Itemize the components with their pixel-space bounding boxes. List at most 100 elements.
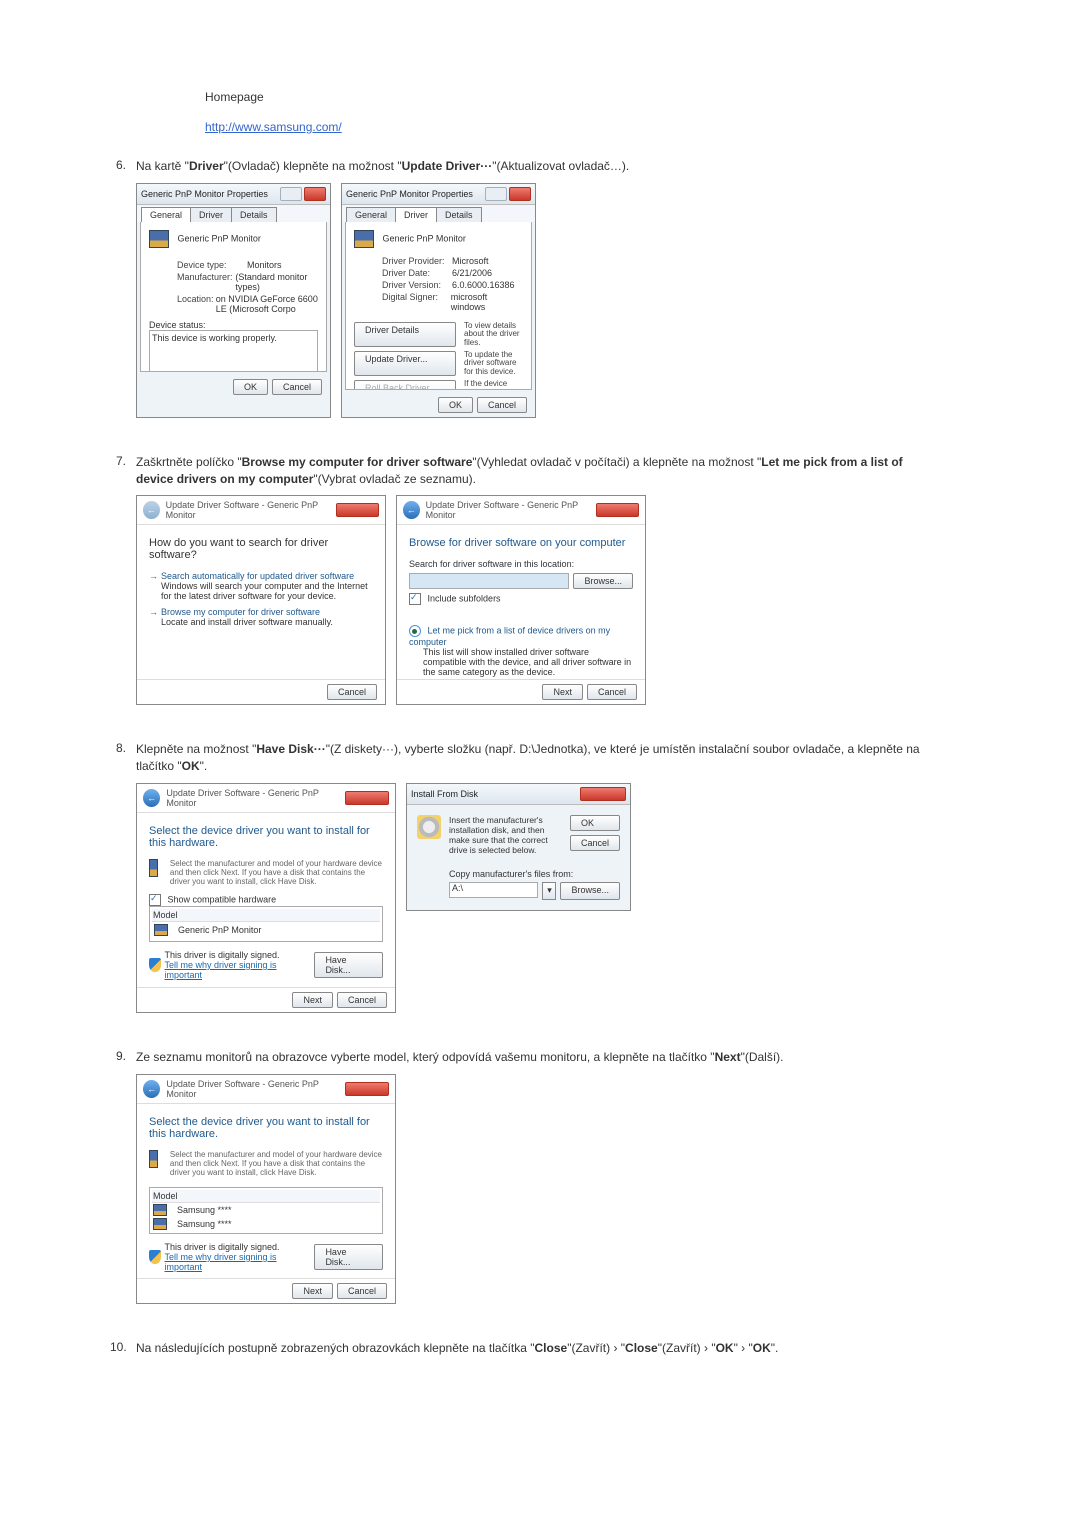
t: Ze seznamu monitorů na obrazovce vyberte… (136, 1050, 715, 1064)
wizard-heading: Browse for driver software on your compu… (409, 537, 633, 549)
cancel-button[interactable]: Cancel (570, 835, 620, 851)
have-disk-button[interactable]: Have Disk... (314, 952, 383, 978)
option-auto[interactable]: Search automatically for updated driver … (149, 571, 373, 601)
dialog-title: Generic PnP Monitor Properties (141, 189, 268, 199)
tab-general[interactable]: General (346, 207, 396, 222)
cancel-button[interactable]: Cancel (272, 379, 322, 395)
homepage-link[interactable]: http://www.samsung.com/ (205, 120, 342, 134)
shield-icon (149, 1250, 161, 1264)
lbl: Digital Signer: (382, 292, 451, 312)
ok-button[interactable]: OK (570, 815, 620, 831)
search-label: Search for driver software in this locat… (409, 559, 633, 569)
model-item[interactable]: Samsung **** (177, 1205, 232, 1215)
option-desc: Locate and install driver software manua… (161, 617, 333, 627)
monitor-icon (154, 924, 168, 936)
val: 6.0.6000.16386 (452, 280, 515, 290)
dialog-title: Install From Disk (411, 789, 478, 799)
tab-general[interactable]: General (141, 207, 191, 222)
browse-button[interactable]: Browse... (573, 573, 633, 589)
next-button[interactable]: Next (292, 992, 333, 1008)
cancel-button[interactable]: Cancel (337, 1283, 387, 1299)
close-icon[interactable] (336, 503, 379, 517)
ok-button[interactable]: OK (438, 397, 473, 413)
driver-details-button[interactable]: Driver Details (354, 322, 456, 347)
lbl: Device type: (177, 260, 247, 270)
close-icon[interactable] (509, 187, 531, 201)
window-buttons[interactable] (580, 787, 626, 801)
dropdown-icon[interactable]: ▾ (542, 882, 556, 900)
back-icon[interactable]: ← (143, 789, 160, 807)
val: 6/21/2006 (452, 268, 492, 278)
path-input[interactable]: A:\ (449, 882, 538, 898)
val: on NVIDIA GeForce 6600 LE (Microsoft Cor… (216, 294, 318, 314)
include-subfolders-checkbox[interactable] (409, 593, 421, 605)
option-browse[interactable]: Browse my computer for driver software L… (149, 607, 373, 627)
close-icon[interactable] (580, 787, 626, 801)
monitor-icon (354, 230, 374, 248)
t: Browse my computer for driver software (242, 455, 473, 469)
t: "(Zavřít) › " (567, 1341, 625, 1355)
close-icon[interactable] (345, 1082, 389, 1096)
close-icon[interactable] (304, 187, 326, 201)
model-header: Model (152, 1190, 380, 1203)
window-buttons[interactable] (280, 187, 326, 201)
option-desc: This list will show installed driver sof… (423, 647, 633, 677)
rollback-button[interactable]: Roll Back Driver (354, 380, 456, 390)
t: OK (753, 1341, 771, 1355)
compat-checkbox[interactable] (149, 894, 161, 906)
t: " › " (734, 1341, 753, 1355)
dialog-title: Generic PnP Monitor Properties (346, 189, 473, 199)
t: "(Ovladač) klepněte na možnost " (224, 159, 402, 173)
breadcrumb: Update Driver Software - Generic PnP Mon… (166, 500, 337, 520)
tab-driver[interactable]: Driver (395, 207, 437, 222)
close-icon[interactable] (596, 503, 639, 517)
properties-dialog-driver: Generic PnP Monitor Properties General D… (341, 183, 536, 418)
have-disk-button[interactable]: Have Disk... (314, 1244, 383, 1270)
path-input[interactable] (409, 573, 569, 589)
signing-link[interactable]: Tell me why driver signing is important (165, 960, 311, 980)
t: Driver (189, 159, 224, 173)
val: Monitors (247, 260, 282, 270)
wizard-heading: Select the device driver you want to ins… (149, 825, 383, 849)
model-header: Model (152, 909, 380, 922)
cancel-button[interactable]: Cancel (327, 684, 377, 700)
step-number: 6. (116, 158, 126, 172)
update-driver-button[interactable]: Update Driver... (354, 351, 456, 376)
tab-driver[interactable]: Driver (190, 207, 232, 222)
next-button[interactable]: Next (542, 684, 583, 700)
radio-icon[interactable] (409, 625, 421, 637)
back-icon[interactable]: ← (143, 1080, 160, 1098)
minimize-icon[interactable] (485, 187, 507, 201)
back-icon[interactable]: ← (143, 501, 160, 519)
back-icon[interactable]: ← (403, 501, 420, 519)
homepage-label: Homepage (205, 90, 1080, 104)
browse-button[interactable]: Browse... (560, 882, 620, 900)
step-6: 6. Na kartě "Driver"(Ovladač) klepněte n… (136, 158, 930, 418)
tab-details[interactable]: Details (436, 207, 482, 222)
homepage-url[interactable]: http://www.samsung.com/ (205, 120, 1080, 134)
next-button[interactable]: Next (292, 1283, 333, 1299)
signing-link[interactable]: Tell me why driver signing is important (165, 1252, 311, 1272)
d: If the device fails after updating the d… (464, 380, 523, 390)
window-buttons[interactable] (485, 187, 531, 201)
t: OK (716, 1341, 734, 1355)
model-list[interactable]: Model Samsung **** Samsung **** (149, 1187, 383, 1234)
t: ". (200, 759, 208, 773)
lbl: Driver Date: (382, 268, 452, 278)
cancel-button[interactable]: Cancel (337, 992, 387, 1008)
model-list[interactable]: Model Generic PnP Monitor (149, 906, 383, 942)
t: Next (715, 1050, 741, 1064)
ok-button[interactable]: OK (233, 379, 268, 395)
status-textarea[interactable]: This device is working properly. (149, 330, 318, 372)
val: microsoft windows (451, 292, 523, 312)
model-item[interactable]: Generic PnP Monitor (178, 925, 261, 935)
tab-details[interactable]: Details (231, 207, 277, 222)
cancel-button[interactable]: Cancel (477, 397, 527, 413)
lbl: Location: (177, 294, 216, 314)
close-icon[interactable] (345, 791, 389, 805)
minimize-icon[interactable] (280, 187, 302, 201)
model-item[interactable]: Samsung **** (177, 1219, 232, 1229)
wizard-heading: How do you want to search for driver sof… (149, 537, 373, 561)
cancel-button[interactable]: Cancel (587, 684, 637, 700)
install-from-disk-dialog: Install From Disk Insert the manufacture… (406, 783, 631, 911)
